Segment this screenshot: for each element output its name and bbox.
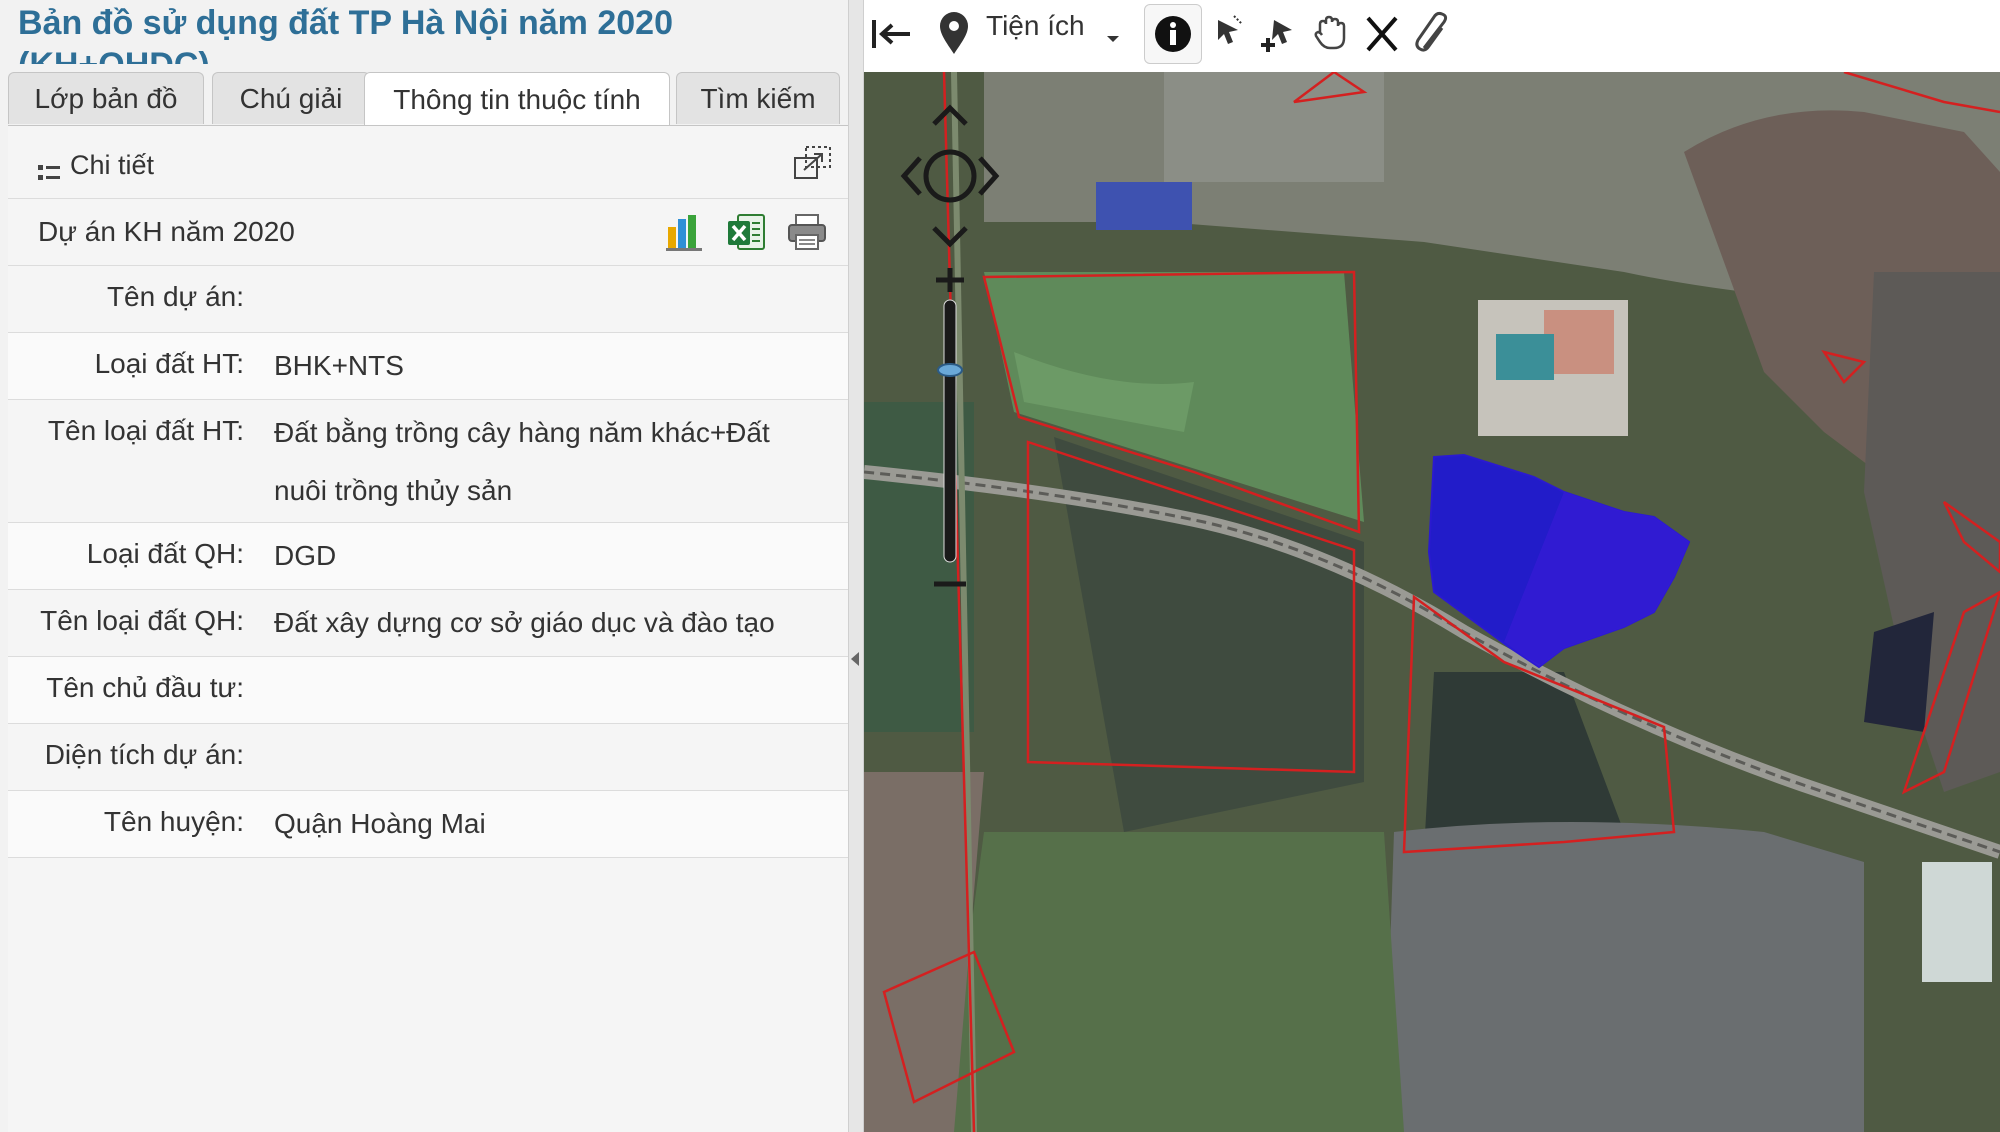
detail-label: Chi tiết — [70, 150, 155, 180]
map-toolbar: Tiện ích — [864, 0, 2000, 72]
layer-header: Dự án KH năm 2020 — [8, 199, 848, 266]
excel-icon[interactable] — [726, 211, 768, 253]
blue-roof-building — [1096, 182, 1192, 230]
detail-header: Chi tiết — [8, 126, 848, 198]
attr-label: Diện tích dự án: — [44, 739, 244, 770]
list-icon — [38, 165, 60, 180]
attr-row-current-land-code: Loại đất HT: BHK+NTS — [8, 333, 848, 400]
school-building-teal — [1496, 334, 1554, 380]
tab-search[interactable]: Tìm kiếm — [676, 72, 840, 124]
zoom-slider-knob[interactable] — [937, 363, 963, 378]
attr-label: Tên huyện: — [103, 806, 244, 837]
attr-label: Loại đất HT: — [94, 348, 244, 379]
attr-row-planned-land-name: Tên loại đất QH: Đất xây dựng cơ sở giáo… — [8, 590, 848, 657]
clear-icon[interactable] — [1362, 8, 1402, 60]
zoom-slider[interactable] — [943, 299, 957, 563]
attr-value: Quận Hoàng Mai — [274, 808, 486, 839]
attr-label: Tên loại đất QH: — [40, 605, 244, 636]
expand-icon[interactable] — [794, 146, 832, 180]
panel-splitter[interactable] — [848, 0, 864, 1132]
attr-row-project-name: Tên dự án: — [8, 266, 848, 333]
attr-value — [244, 724, 818, 790]
chart-icon[interactable] — [664, 211, 706, 253]
tab-map-layers[interactable]: Lớp bản đồ — [8, 72, 204, 124]
info-button[interactable] — [1144, 4, 1202, 64]
attr-label: Tên loại đất HT: — [47, 415, 244, 446]
collapse-arrow-icon[interactable] — [851, 652, 859, 666]
attribute-panel: Bản đồ sử dụng đất TP Hà Nội năm 2020 (K… — [0, 0, 854, 1132]
pan-hand-icon[interactable] — [1310, 8, 1350, 60]
industrial-block — [1164, 72, 1384, 182]
attr-row-district: Tên huyện: Quận Hoàng Mai — [8, 791, 848, 858]
add-point-icon[interactable] — [1258, 8, 1302, 60]
residential-south — [1384, 822, 1864, 1132]
warehouse — [1922, 862, 1992, 982]
dropdown-caret-icon[interactable] — [1104, 8, 1122, 60]
info-icon — [1155, 16, 1191, 52]
location-pin-icon[interactable] — [934, 8, 974, 60]
green-field-south — [944, 832, 1404, 1132]
attr-value: DGD — [274, 540, 337, 571]
tab-attribute-info[interactable]: Thông tin thuộc tính — [364, 72, 670, 127]
attr-label: Tên dự án: — [106, 281, 244, 312]
panel-title: Bản đồ sử dụng đất TP Hà Nội năm 2020 (K… — [18, 4, 673, 64]
attr-row-investor: Tên chủ đầu tư: — [8, 657, 848, 724]
select-arrow-icon[interactable] — [1208, 8, 1248, 60]
attr-value: BHK+NTS — [274, 350, 404, 381]
attr-row-planned-land-code: Loại đất QH: DGD — [8, 523, 848, 590]
attribute-table: Dự án KH năm 2020 Tên dự án: Loại đất HT… — [8, 198, 848, 858]
print-icon[interactable] — [786, 211, 828, 253]
attach-icon[interactable] — [1412, 8, 1454, 60]
attr-value — [244, 266, 818, 332]
attr-value — [244, 657, 818, 723]
attr-value: Đất xây dựng cơ sở giáo dục và đào tạo — [274, 607, 775, 638]
attr-value: Đất bằng trồng cây hàng năm khác+Đất nuô… — [274, 417, 770, 506]
layer-name: Dự án KH năm 2020 — [38, 216, 295, 247]
school-building — [1544, 310, 1614, 374]
exit-icon[interactable] — [870, 8, 918, 60]
map-area: Tiện ích — [864, 0, 2000, 1132]
attr-row-area: Diện tích dự án: — [8, 724, 848, 791]
tab-legend[interactable]: Chú giải — [212, 72, 370, 124]
attr-row-current-land-name: Tên loại đất HT: Đất bằng trồng cây hàng… — [8, 400, 848, 523]
tab-content: Chi tiết Dự án KH năm 2020 Tên dự án: Lo… — [8, 126, 848, 1132]
attr-label: Loại đất QH: — [86, 538, 244, 569]
utilities-menu[interactable]: Tiện ích — [986, 10, 1085, 42]
map-canvas[interactable] — [864, 72, 2000, 1132]
attr-label: Tên chủ đầu tư: — [46, 672, 244, 703]
tab-bar: Lớp bản đồ Chú giải Thông tin thuộc tính… — [8, 72, 848, 127]
